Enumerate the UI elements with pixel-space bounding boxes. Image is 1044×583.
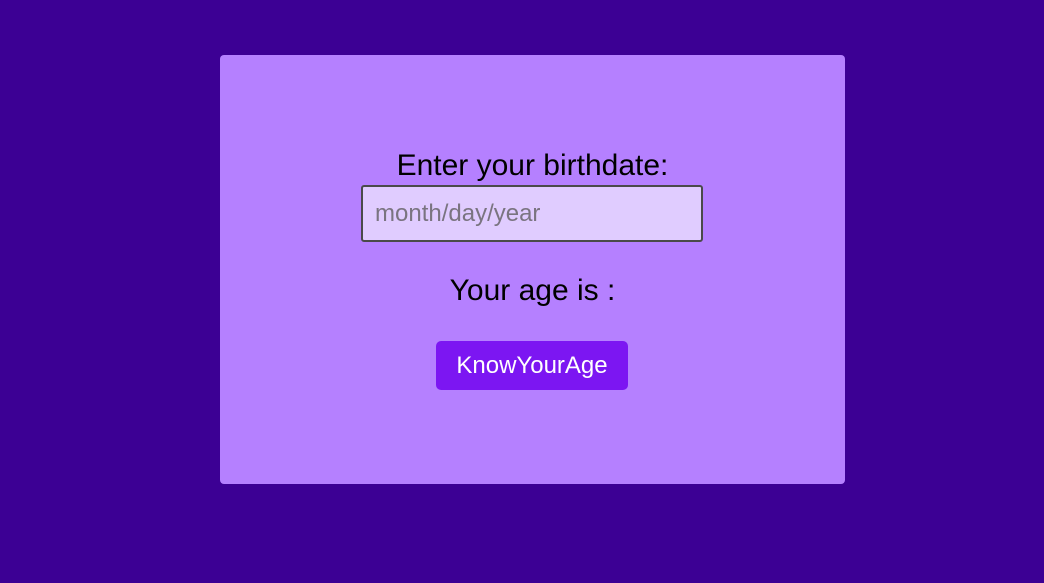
age-calculator-card: Enter your birthdate: Your age is : Know… [220, 55, 845, 484]
know-your-age-button[interactable]: KnowYourAge [436, 341, 628, 390]
birthdate-input[interactable] [361, 185, 703, 242]
birthdate-label: Enter your birthdate: [396, 149, 669, 182]
age-result-label: Your age is : [449, 274, 616, 307]
